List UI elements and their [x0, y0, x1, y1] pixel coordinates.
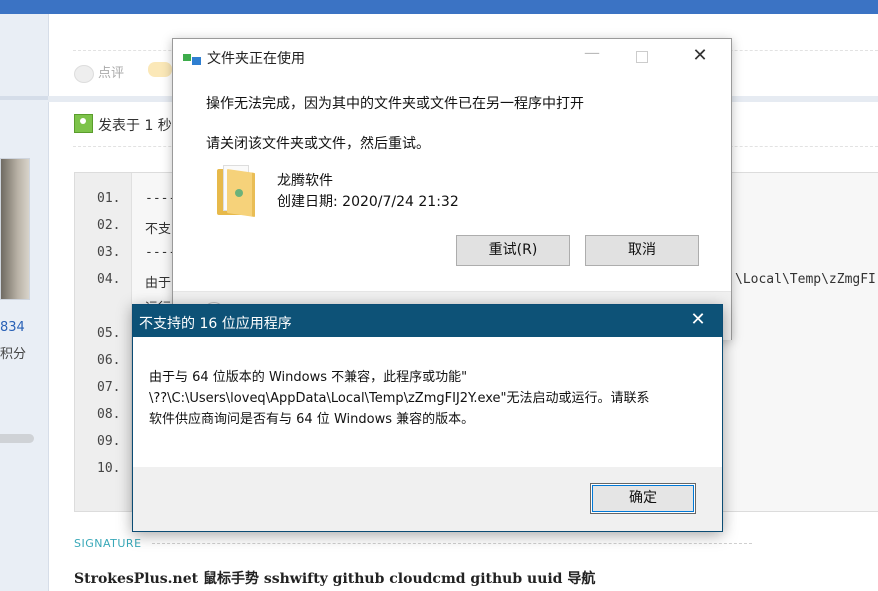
code-line: 由于	[145, 276, 172, 291]
code-line: 不支	[145, 222, 172, 237]
error-message: 由于与 64 位版本的 Windows 不兼容，此程序或功能" \??\C:\U…	[149, 367, 709, 430]
dialog-title: 不支持的 16 位应用程序	[139, 316, 292, 332]
maximize-button[interactable]	[627, 47, 657, 67]
reward-badge[interactable]	[148, 62, 172, 77]
message-line: 软件供应商询问是否有与 64 位 Windows 兼容的版本。	[149, 412, 475, 427]
user-level-bar	[0, 434, 34, 443]
maximize-icon	[636, 51, 648, 63]
folder-created-date: 创建日期: 2020/7/24 21:32	[277, 194, 459, 210]
code-line-number: 03.	[97, 245, 121, 260]
close-button[interactable]: ✕	[683, 309, 713, 330]
close-icon: ✕	[690, 309, 706, 330]
unsupported-16bit-dialog: 不支持的 16 位应用程序 ✕ 由于与 64 位版本的 Windows 不兼容，…	[132, 304, 723, 532]
dialog-footer: 确定	[133, 467, 722, 531]
minimize-icon: —	[584, 43, 600, 62]
folder-in-use-dialog: 文件夹正在使用 — ✕ 操作无法完成，因为其中的文件夹或文件已在另一程序中打开 …	[172, 38, 732, 340]
code-line-number: 02.	[97, 218, 121, 233]
code-line-number: 09.	[97, 434, 121, 449]
folder-icon	[217, 163, 261, 217]
close-button[interactable]: ✕	[685, 45, 715, 66]
message-line: 由于与 64 位版本的 Windows 不兼容，此程序或功能"	[149, 370, 468, 385]
instruction-message: 请关闭该文件夹或文件，然后重试。	[206, 136, 430, 152]
post-meta: 发表于 1 秒	[74, 114, 172, 135]
user-points-link[interactable]: 834	[0, 320, 25, 335]
comment-label: 点评	[98, 66, 125, 81]
code-line-overflow: \Local\Temp\zZmgFI	[735, 272, 876, 287]
folder-name: 龙腾软件	[277, 173, 333, 189]
code-line-number: 07.	[97, 380, 121, 395]
code-line-number: 01.	[97, 191, 121, 206]
post-time: 发表于 1 秒	[98, 118, 172, 134]
cancel-button[interactable]: 取消	[585, 235, 699, 266]
signature-label: SIGNATURE	[74, 537, 142, 550]
ok-button[interactable]: 确定	[590, 483, 696, 514]
message-line: \??\C:\Users\loveq\AppData\Local\Temp\zZ…	[149, 391, 650, 406]
error-message: 操作无法完成，因为其中的文件夹或文件已在另一程序中打开	[206, 96, 584, 112]
left-sidebar	[0, 14, 49, 591]
avatar[interactable]	[0, 158, 30, 300]
code-line-number: 06.	[97, 353, 121, 368]
code-line-number: 04.	[97, 272, 121, 287]
signature-links[interactable]: StrokesPlus.net 鼠标手势 sshwifty github clo…	[74, 568, 595, 588]
code-line-number: 08.	[97, 407, 121, 422]
user-points-label: 积分	[0, 347, 27, 362]
dialog-title: 文件夹正在使用	[207, 51, 305, 67]
comment-icon	[74, 64, 94, 83]
signature-divider	[152, 543, 752, 544]
close-icon: ✕	[692, 45, 708, 66]
sidebar-divider	[0, 96, 48, 100]
dialog-titlebar: 不支持的 16 位应用程序 ✕	[133, 305, 722, 337]
code-line-number: 10.	[97, 461, 121, 476]
file-transfer-icon	[183, 51, 201, 65]
comment-button[interactable]: 点评	[74, 62, 124, 83]
top-nav-bar	[0, 0, 878, 14]
minimize-button[interactable]: —	[577, 43, 607, 62]
code-line-number: 05.	[97, 326, 121, 341]
retry-button[interactable]: 重试(R)	[456, 235, 570, 266]
user-online-icon	[74, 114, 93, 133]
